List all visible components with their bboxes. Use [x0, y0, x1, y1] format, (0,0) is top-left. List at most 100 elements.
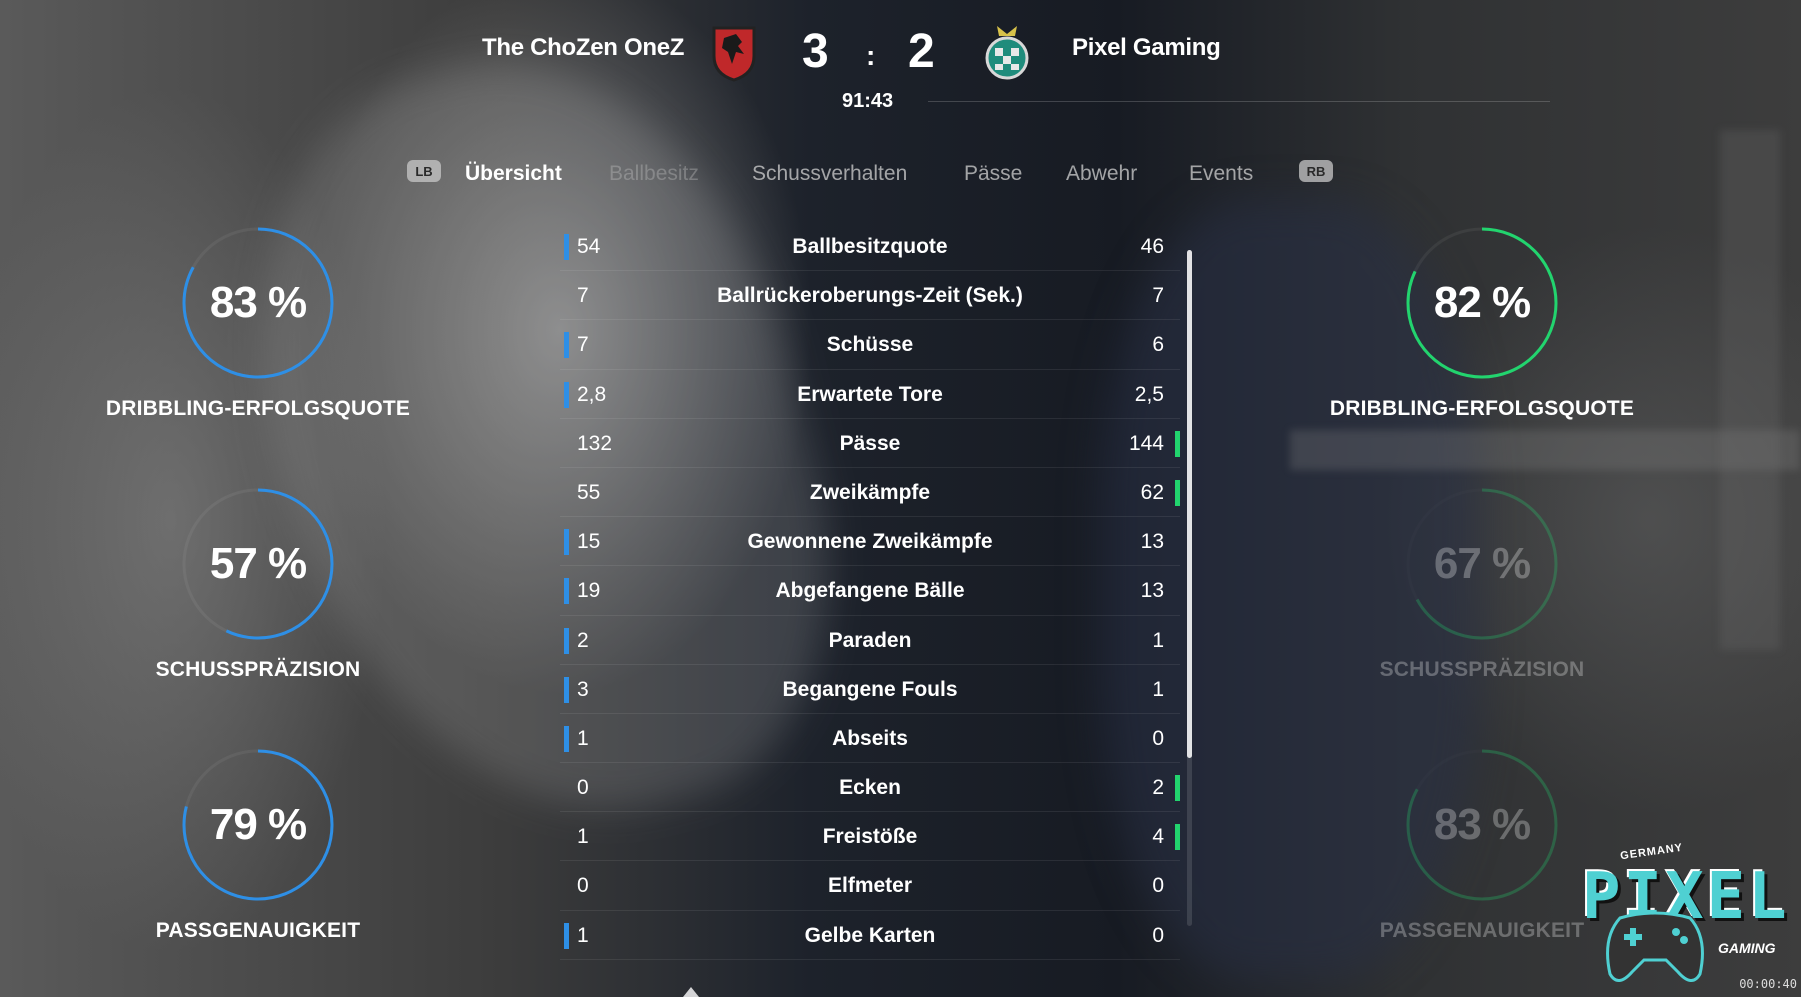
away-leader-bar: [1175, 775, 1180, 802]
ring-value: 79 %: [209, 800, 307, 849]
background-goal-bar: [1290, 430, 1800, 470]
home-leader-bar: [564, 381, 569, 408]
match-clock: 91:43: [842, 90, 894, 112]
home-stat-value: 1: [577, 825, 589, 849]
tab-uebersicht[interactable]: Übersicht: [465, 162, 562, 186]
stats-scrollbar-thumb[interactable]: [1187, 250, 1192, 758]
away-stat-value: 0: [1152, 874, 1164, 898]
away-leader-bar: [1175, 430, 1180, 457]
stat-label: Freistöße: [822, 825, 918, 849]
home-leader-bar: [564, 627, 569, 654]
home-leader-bar: [564, 676, 569, 703]
score-separator: :: [866, 40, 876, 71]
away-stat-value: 13: [1140, 530, 1164, 554]
away-stat-value: 0: [1152, 923, 1164, 947]
away-leader-bar: [1175, 479, 1180, 506]
away-stat-value: 1: [1152, 628, 1164, 652]
tab-abwehr[interactable]: Abwehr: [1066, 162, 1137, 186]
stat-label: Ecken: [839, 776, 901, 800]
stat-row: 2 Paraden 1: [560, 616, 1180, 665]
stat-row: 19 Abgefangene Bälle 13: [560, 566, 1180, 616]
away-ring-dribbling: 82 % DRIBBLING-ERFOLGSQUOTE: [1322, 225, 1642, 421]
pixel-gaming-logo: GERMANY PIXEL GAMING: [1578, 842, 1798, 996]
header-divider: [928, 101, 1550, 102]
home-stat-value: 55: [577, 480, 601, 504]
lb-bumper-icon[interactable]: LB: [407, 160, 441, 182]
ring-label: SCHUSSPRÄZISION: [1379, 658, 1585, 681]
progress-ring: 67 %: [1404, 486, 1560, 642]
stat-row: 1 Freistöße 4: [560, 812, 1180, 862]
home-stat-value: 15: [577, 530, 601, 554]
away-ring-shot-accuracy: 67 % SCHUSSPRÄZISION: [1322, 486, 1642, 682]
stat-row: 0 Elfmeter 0: [560, 861, 1180, 911]
stat-row: 55 Zweikämpfe 62: [560, 468, 1180, 518]
home-stat-value: 0: [577, 776, 589, 800]
tab-ballbesitz[interactable]: Ballbesitz: [609, 162, 699, 186]
stat-row: 54 Ballbesitzquote 46: [560, 222, 1180, 272]
home-ring-dribbling: 83 % DRIBBLING-ERFOLGSQUOTE: [98, 225, 418, 421]
stat-label: Pässe: [839, 431, 901, 455]
ring-label: SCHUSSPRÄZISION: [155, 658, 361, 681]
tab-events[interactable]: Events: [1189, 162, 1253, 186]
stat-row: 15 Gewonnene Zweikämpfe 13: [560, 517, 1180, 567]
scoreboard-header: The ChoZen OneZ 3 : 2 Pixel Gaming 91:43: [0, 0, 1801, 120]
stat-label: Ballrückeroberungs-Zeit (Sek.): [717, 284, 1023, 308]
home-stat-value: 7: [577, 333, 589, 357]
ring-label: DRIBBLING-ERFOLGSQUOTE: [105, 397, 411, 420]
home-leader-bar: [564, 529, 569, 556]
ring-value: 83 %: [1433, 800, 1531, 849]
home-leader-bar: [564, 234, 569, 260]
away-stat-value: 13: [1140, 579, 1164, 603]
ring-label: PASSGENAUIGKEIT: [155, 919, 361, 942]
stats-tab-bar: LB Übersicht Ballbesitz Schussverhalten …: [0, 160, 1801, 190]
stat-label: Elfmeter: [827, 874, 913, 898]
ring-value: 83 %: [209, 278, 307, 327]
away-stat-value: 62: [1140, 480, 1164, 504]
home-leader-bar: [564, 725, 569, 752]
away-stat-value: 46: [1140, 235, 1164, 258]
home-ring-pass-accuracy: 79 % PASSGENAUIGKEIT: [98, 747, 418, 943]
stat-label: Begangene Fouls: [782, 677, 958, 701]
stat-row: 0 Ecken 2: [560, 763, 1180, 813]
stat-row: 132 Pässe 144: [560, 419, 1180, 468]
away-stat-value: 0: [1152, 726, 1164, 750]
stat-row: 7 Schüsse 6: [560, 320, 1180, 370]
home-crest-icon: [710, 24, 758, 82]
stat-row: 2,8 Erwartete Tore 2,5: [560, 370, 1180, 419]
stats-table[interactable]: 54 Ballbesitzquote 46 7 Ballrückeroberungs-Z…: [560, 222, 1180, 960]
progress-ring: 82 %: [1404, 225, 1560, 381]
home-ring-shot-accuracy: 57 % SCHUSSPRÄZISION: [98, 486, 418, 682]
away-stat-value: 2,5: [1134, 382, 1164, 406]
stat-label: Abseits: [832, 726, 908, 750]
progress-ring: 57 %: [180, 486, 336, 642]
home-leader-bar: [564, 332, 569, 359]
stat-label: Ballbesitzquote: [792, 235, 948, 258]
home-stat-value: 3: [577, 677, 589, 701]
stat-label: Schüsse: [826, 333, 914, 357]
home-stat-value: 54: [577, 235, 601, 258]
away-leader-bar: [1175, 824, 1180, 851]
home-score: 3: [802, 25, 829, 78]
tab-paesse[interactable]: Pässe: [964, 162, 1022, 186]
away-stat-value: 7: [1152, 284, 1164, 308]
home-stat-value: 2: [577, 628, 589, 652]
stat-label: Gewonnene Zweikämpfe: [747, 530, 993, 554]
away-team-name: Pixel Gaming: [1072, 34, 1221, 61]
home-stat-value: 0: [577, 874, 589, 898]
gamepad-icon: [1606, 911, 1704, 982]
stat-row: 7 Ballrückeroberungs-Zeit (Sek.) 7: [560, 271, 1180, 321]
rb-bumper-icon[interactable]: RB: [1299, 160, 1333, 182]
tab-schussverhalten[interactable]: Schussverhalten: [752, 162, 907, 186]
away-crest-icon: [983, 24, 1031, 82]
background-goal-post: [1720, 130, 1780, 650]
home-leader-bar: [564, 578, 569, 605]
logo-sub-text: GAMING: [1718, 940, 1776, 956]
stat-label: Paraden: [828, 628, 912, 652]
ring-value: 57 %: [209, 539, 307, 588]
away-score: 2: [908, 25, 935, 78]
home-stat-value: 2,8: [577, 382, 607, 406]
home-stat-value: 1: [577, 726, 589, 750]
away-stat-value: 2: [1152, 776, 1164, 800]
stat-row: 1 Gelbe Karten 0: [560, 911, 1180, 960]
away-stat-value: 4: [1152, 825, 1164, 849]
